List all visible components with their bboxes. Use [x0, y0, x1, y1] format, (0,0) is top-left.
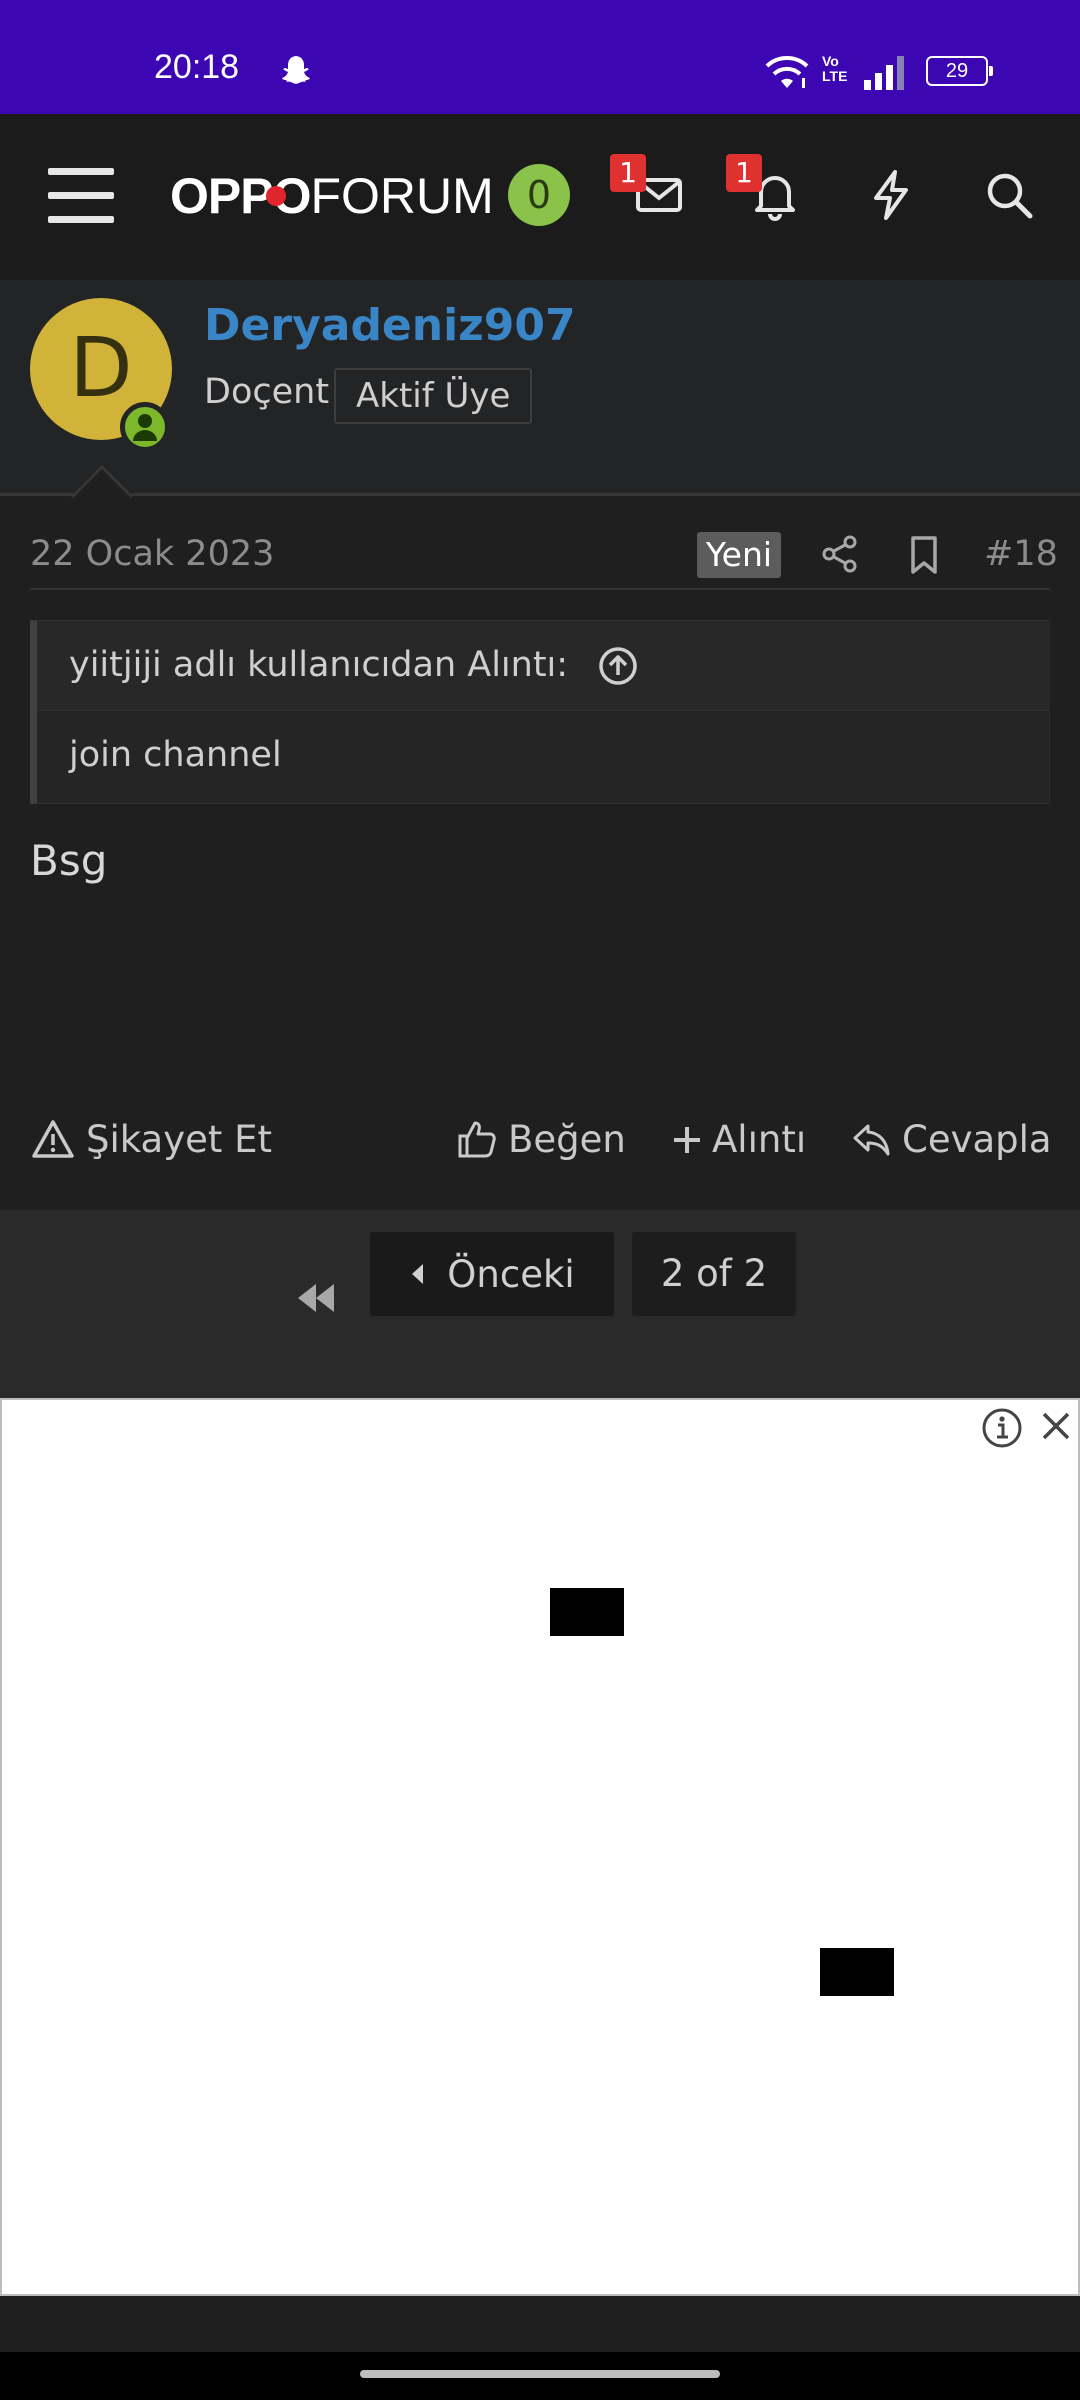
battery-icon: 29	[926, 56, 993, 86]
first-page-icon[interactable]	[288, 1256, 344, 1340]
page-indicator[interactable]: 2 of 2	[632, 1232, 796, 1316]
snapchat-icon	[282, 56, 310, 84]
screen: 20:18 Vo LTE 29 OPPO FORUM 0 1 1 D Derya…	[0, 0, 1080, 2400]
share-icon[interactable]	[820, 534, 860, 574]
home-indicator[interactable]	[360, 2370, 720, 2378]
previous-label: Önceki	[447, 1252, 575, 1296]
alerts-badge: 1	[726, 154, 762, 192]
logo-flag-dot	[266, 186, 286, 206]
info-icon[interactable]	[980, 1406, 1024, 1450]
reply-button[interactable]: Cevapla	[850, 1110, 1052, 1168]
close-icon[interactable]	[1038, 1408, 1074, 1444]
quote-attribution: yiitjiji adlı kullanıcıdan Alıntı:	[69, 645, 569, 685]
forum-logo[interactable]: OPPO FORUM	[170, 166, 494, 226]
post-date[interactable]: 22 Ocak 2023	[30, 534, 274, 574]
arrow-up-circle-icon[interactable]	[597, 645, 639, 687]
status-bar: 20:18 Vo LTE 29	[0, 0, 1080, 114]
post-actions: Şikayet Et Beğen Alıntı Cevapla	[0, 1100, 1080, 1180]
logo-forum: FORUM	[310, 168, 494, 224]
search-icon[interactable]	[980, 166, 1038, 224]
like-label: Beğen	[508, 1117, 626, 1161]
warning-icon	[32, 1120, 74, 1158]
logo-oppo: OPPO	[170, 168, 311, 224]
post-meta: 22 Ocak 2023 Yeni #18	[30, 528, 1058, 590]
points-counter[interactable]: 0	[508, 164, 570, 226]
volte-icon: Vo LTE	[822, 53, 848, 84]
ad-image-block	[550, 1588, 624, 1636]
post-number-link[interactable]: #18	[984, 534, 1058, 574]
forum-header: OPPO FORUM 0 1 1	[0, 114, 1080, 280]
quote-text: join channel	[69, 735, 282, 775]
bookmark-icon[interactable]	[906, 534, 942, 576]
online-status-icon	[120, 402, 170, 452]
signal-icon	[864, 56, 904, 90]
reply-label: Cevapla	[902, 1117, 1052, 1161]
username-link[interactable]: Deryadeniz907	[204, 300, 576, 351]
post-message: Bsg	[30, 836, 108, 885]
pagination: Önceki 2 of 2	[0, 1210, 1080, 1400]
system-navigation-bar	[0, 2352, 1080, 2400]
page-footer-strip	[0, 2296, 1080, 2352]
forum-post: D Deryadeniz907 Doçent Aktif Üye 22 Ocak…	[0, 280, 1080, 1210]
advertisement[interactable]	[0, 1398, 1080, 2296]
report-button[interactable]: Şikayet Et	[30, 1110, 272, 1168]
lightning-icon[interactable]	[862, 166, 920, 224]
user-rank-badge: Aktif Üye	[334, 368, 533, 424]
new-post-badge: Yeni	[697, 532, 781, 578]
wifi-icon	[765, 56, 809, 88]
thumbs-up-icon	[458, 1121, 496, 1158]
status-time: 20:18	[154, 48, 240, 86]
user-title: Doçent	[204, 372, 330, 412]
report-label: Şikayet Et	[86, 1117, 273, 1161]
quote-button[interactable]: Alıntı	[672, 1110, 806, 1168]
previous-page-button[interactable]: Önceki	[370, 1232, 614, 1316]
reply-icon	[853, 1124, 890, 1156]
like-button[interactable]: Beğen	[456, 1110, 626, 1168]
messages-badge: 1	[610, 154, 646, 192]
ad-image-block	[820, 1948, 894, 1996]
caret-left-icon	[412, 1264, 424, 1284]
plus-icon	[674, 1127, 700, 1153]
quote-block: yiitjiji adlı kullanıcıdan Alıntı: join …	[30, 620, 1050, 804]
quote-header[interactable]: yiitjiji adlı kullanıcıdan Alıntı:	[37, 621, 1050, 711]
post-user-bar: D Deryadeniz907 Doçent Aktif Üye	[0, 280, 1080, 496]
quote-label: Alıntı	[712, 1117, 807, 1161]
menu-icon[interactable]	[48, 168, 114, 224]
